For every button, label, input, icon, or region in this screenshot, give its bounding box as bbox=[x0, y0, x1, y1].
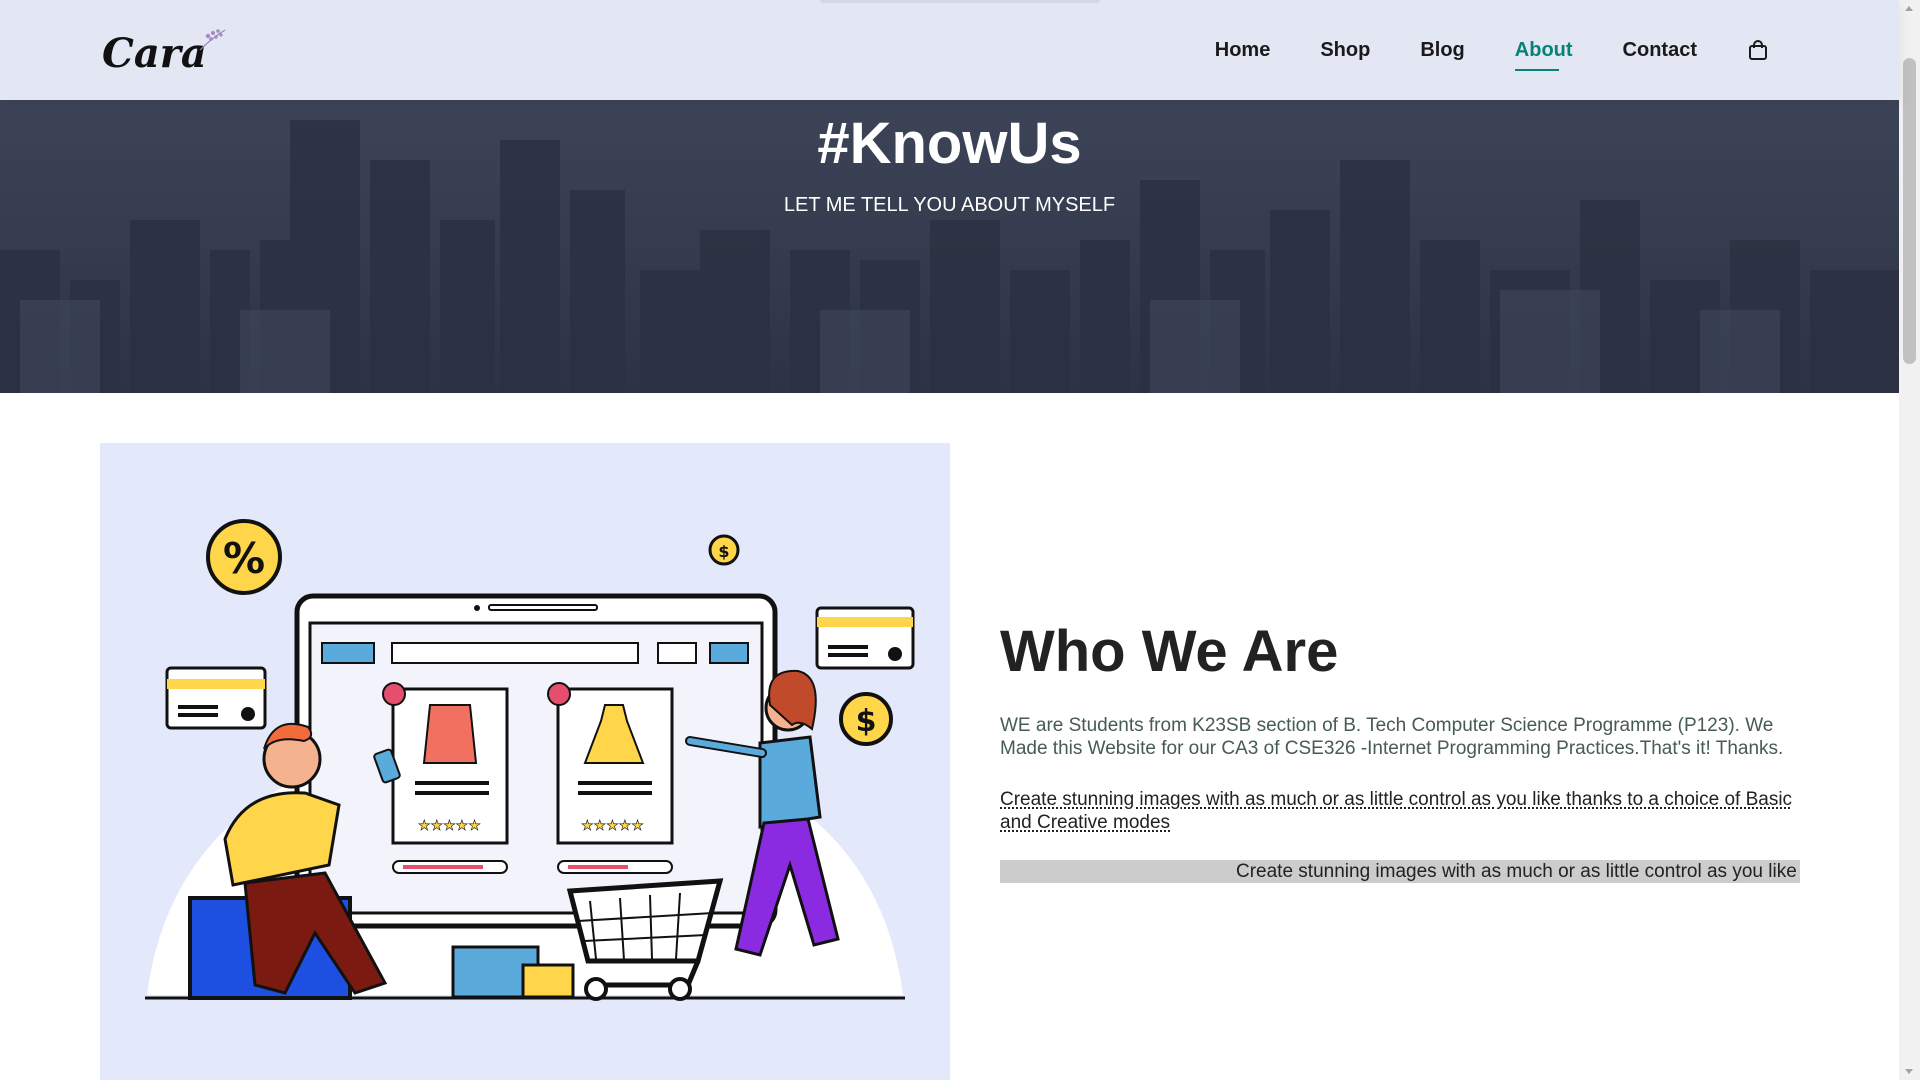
nav-about[interactable]: About bbox=[1515, 35, 1573, 65]
nav-contact[interactable]: Contact bbox=[1623, 35, 1697, 65]
about-marquee: Create stunning images with as much or a… bbox=[1000, 859, 1800, 883]
main-nav: Home Shop Blog About Contact bbox=[1215, 0, 1769, 100]
nav-home[interactable]: Home bbox=[1215, 35, 1271, 65]
site-header: Cara Home Shop Blog About Contact bbox=[0, 0, 1899, 100]
marquee-text: Create stunning images with as much or a… bbox=[1236, 860, 1800, 882]
dollar-coin-icon: $ bbox=[839, 692, 893, 746]
cara-logo[interactable]: Cara bbox=[100, 20, 230, 80]
scroll-up-arrow-icon[interactable] bbox=[1905, 6, 1913, 11]
online-shopping-illustration: % $ $ ★★★★★ ★★★★★ bbox=[145, 519, 915, 1001]
about-illustration: % $ $ ★★★★★ ★★★★★ bbox=[100, 443, 950, 1080]
hero-subtitle: LET ME TELL YOU ABOUT MYSELF bbox=[783, 194, 1116, 216]
monitor-graphic: ★★★★★ ★★★★★ bbox=[294, 593, 778, 929]
svg-text:$: $ bbox=[718, 542, 729, 561]
credit-card-right-icon bbox=[815, 606, 915, 670]
page-hero: #KnowUs LET ME TELL YOU ABOUT MYSELF bbox=[0, 100, 1899, 393]
shopping-bag-icon[interactable] bbox=[1747, 39, 1769, 61]
percent-badge-icon: % bbox=[206, 519, 282, 595]
about-heading: Who We Are bbox=[1000, 619, 1339, 684]
svg-text:★★★★★: ★★★★★ bbox=[581, 818, 644, 834]
scroll-down-arrow-icon[interactable] bbox=[1905, 1069, 1913, 1074]
nav-shop[interactable]: Shop bbox=[1320, 35, 1370, 65]
nav-blog[interactable]: Blog bbox=[1420, 35, 1464, 65]
svg-text:%: % bbox=[223, 534, 265, 583]
small-coin-icon: $ bbox=[708, 534, 740, 566]
about-description: WE are Students from K23SB section of B.… bbox=[1000, 714, 1784, 759]
yellow-box bbox=[521, 963, 575, 999]
header-top-shade bbox=[820, 0, 1100, 3]
about-abbr-text[interactable]: Create stunning images with as much or a… bbox=[1000, 788, 1800, 834]
scrollbar-thumb[interactable] bbox=[1903, 58, 1916, 364]
credit-card-left-icon bbox=[165, 666, 267, 730]
page-scrollbar[interactable] bbox=[1899, 0, 1920, 1080]
svg-text:★★★★★: ★★★★★ bbox=[418, 818, 481, 834]
about-content: Who We Are WE are Students from K23SB se… bbox=[1000, 620, 1800, 883]
svg-text:$: $ bbox=[856, 704, 877, 739]
hero-title: #KnowUs bbox=[817, 111, 1082, 176]
logo-text: Cara bbox=[102, 30, 207, 77]
